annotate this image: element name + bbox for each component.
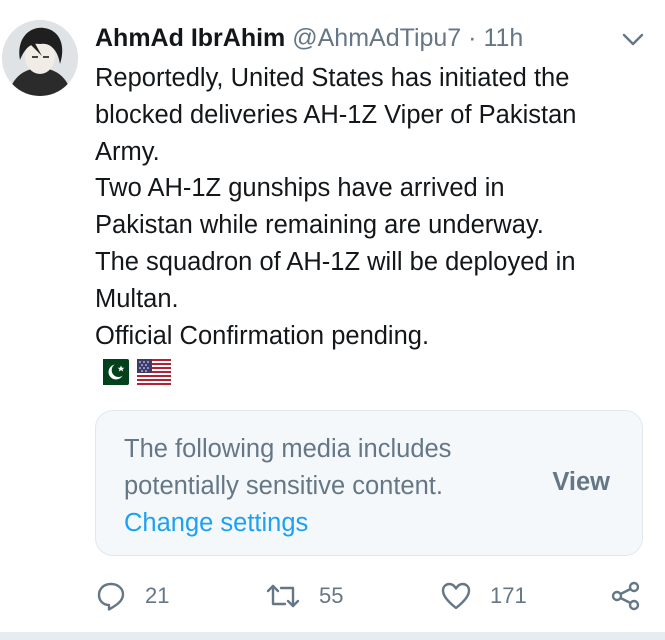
tweet-text-line: Official Confirmation pending. — [95, 321, 430, 350]
like-count: 171 — [490, 583, 527, 608]
heart-icon — [441, 582, 471, 610]
tweet-text-line: Pakistan while remaining are underway. — [95, 211, 544, 240]
tweet-text-line: blocked deliveries AH-1Z Viper of Pakist… — [95, 100, 577, 129]
retweet-icon — [266, 584, 300, 608]
more-options-button[interactable] — [619, 26, 647, 54]
divider — [0, 632, 665, 640]
sensitive-media-card: The following media includes potentially… — [95, 410, 643, 556]
tweet-text-line: Reportedly, United States has initiated … — [95, 64, 570, 92]
tweet-text-line: Army. — [95, 137, 160, 166]
retweet-button[interactable]: 55 — [265, 578, 343, 614]
view-media-button[interactable]: View — [552, 468, 610, 497]
tweet-actions: 21 55 171 — [95, 578, 655, 618]
sensitive-media-text-line: The following media includes — [124, 435, 452, 463]
sensitive-media-text-line: potentially sensitive content. — [124, 472, 443, 500]
change-settings-link[interactable]: Change settings — [124, 505, 524, 542]
tweet-text-line: The squadron of AH-1Z will be deployed i… — [95, 247, 576, 276]
chevron-down-icon — [622, 33, 644, 46]
header-separator: · — [468, 24, 477, 52]
author-name[interactable]: AhmAd IbrAhim — [95, 24, 285, 52]
avatar-image — [2, 20, 78, 96]
reply-count: 21 — [145, 583, 170, 608]
tweet-text-line: Two AH-1Z gunships have arrived in — [95, 174, 505, 203]
share-button[interactable] — [610, 578, 642, 614]
tweet-header: AhmAd IbrAhim @AhmAdTipu7 · 11h — [95, 22, 585, 54]
reply-button[interactable]: 21 — [95, 578, 169, 614]
author-handle[interactable]: @AhmAdTipu7 — [292, 24, 461, 52]
tweet: AhmAd IbrAhim @AhmAdTipu7 · 11h Reported… — [0, 0, 665, 640]
usa-flag-icon — [137, 359, 171, 385]
flag-emojis — [95, 357, 171, 387]
sensitive-media-notice: The following media includes potentially… — [124, 431, 524, 542]
tweet-text-line: Multan. — [95, 284, 179, 313]
tweet-timestamp[interactable]: 11h — [483, 24, 523, 52]
like-button[interactable]: 171 — [440, 578, 527, 614]
retweet-count: 55 — [319, 583, 344, 608]
share-icon — [611, 581, 640, 611]
avatar[interactable] — [2, 20, 78, 96]
pakistan-flag-icon — [95, 359, 129, 385]
reply-icon — [97, 582, 125, 611]
tweet-text: Reportedly, United States has initiated … — [95, 60, 645, 354]
